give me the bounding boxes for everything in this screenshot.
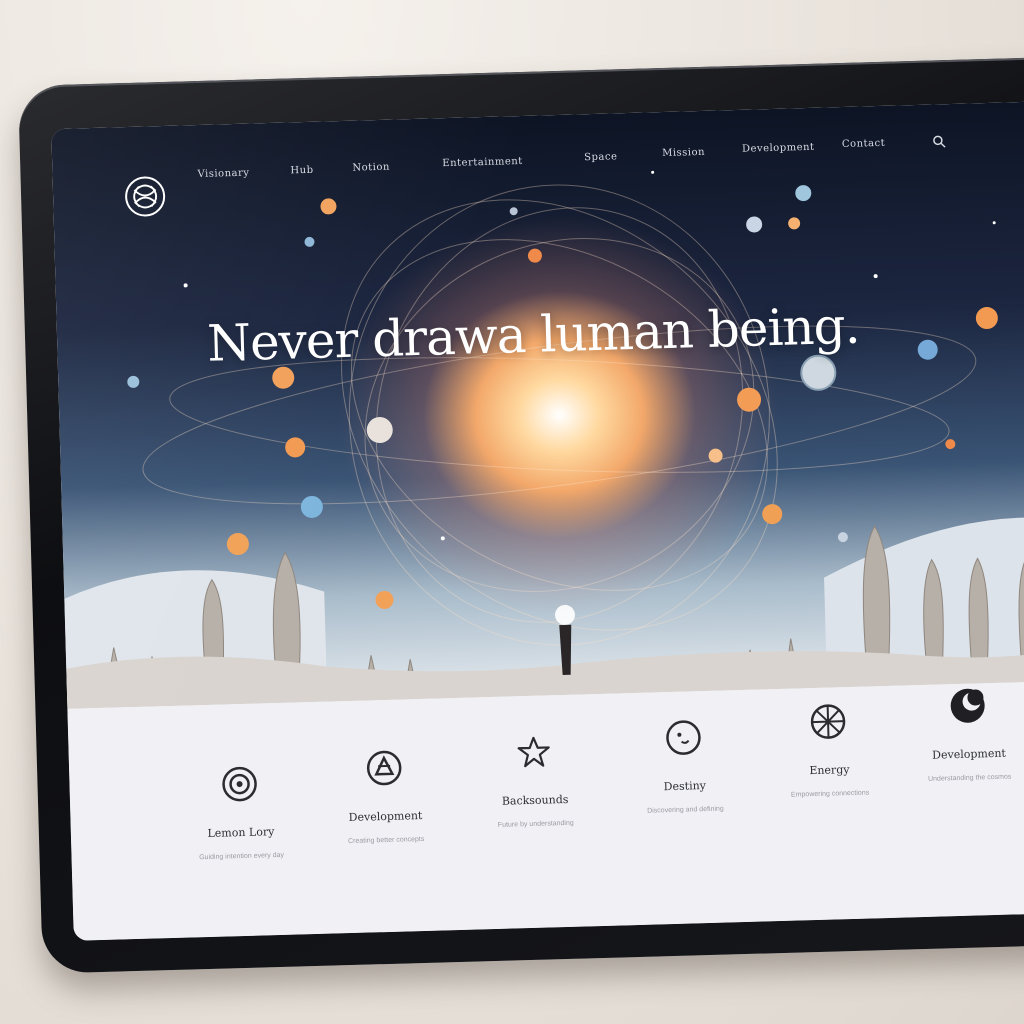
feature-card[interactable]: Development Creating better concepts (304, 746, 467, 846)
feature-card[interactable]: Destiny Discovering and defining (603, 715, 766, 815)
star-icon (517, 736, 550, 768)
nav-item-mission[interactable]: Mission (662, 147, 705, 159)
feature-card[interactable]: Lemon Lory Guiding intention every day (159, 762, 322, 862)
feature-title: Development (348, 808, 423, 825)
feature-card[interactable]: Development Understanding the cosmos (887, 683, 1024, 783)
nav-item-development[interactable]: Development (742, 142, 815, 155)
feature-description: Future by understanding (497, 819, 574, 829)
tablet-screen: Visionary Hub Notion Entertainment Space… (51, 100, 1024, 941)
feature-title: Lemon Lory (207, 825, 275, 840)
compass-emblem-icon (366, 750, 402, 786)
nav-item-hub[interactable]: Hub (290, 165, 313, 177)
target-icon (222, 766, 257, 802)
nav-item-contact[interactable]: Contact (842, 138, 886, 150)
feature-title: Backsounds (501, 792, 569, 808)
desk-background: Visionary Hub Notion Entertainment Space… (0, 0, 1024, 1024)
nav-item-notion[interactable]: Notion (352, 162, 390, 174)
search-icon[interactable] (932, 134, 946, 148)
feature-description: Guiding intention every day (199, 851, 285, 862)
wheel-icon (810, 704, 846, 739)
tablet-device: Visionary Hub Notion Entertainment Space… (18, 56, 1024, 974)
feature-description: Creating better concepts (347, 835, 425, 846)
feature-title: Energy (809, 763, 850, 778)
features-section: Lemon Lory Guiding intention every day D… (67, 680, 1024, 941)
nav-item-visionary[interactable]: Visionary (197, 168, 249, 180)
feature-description: Discovering and defining (647, 805, 724, 815)
hero-section: Visionary Hub Notion Entertainment Space… (51, 100, 1024, 709)
feature-title: Development (932, 746, 1007, 762)
moon-icon (950, 688, 985, 723)
knot-emblem-icon[interactable] (123, 174, 168, 219)
feature-description: Understanding the cosmos (927, 773, 1012, 783)
face-circle-icon (666, 720, 701, 755)
feature-description: Empowering connections (790, 789, 870, 799)
nav-item-entertainment[interactable]: Entertainment (442, 156, 523, 169)
feature-title: Destiny (663, 779, 707, 794)
feature-card[interactable]: Energy Empowering connections (748, 699, 911, 799)
nav-item-space[interactable]: Space (584, 151, 618, 163)
feature-card[interactable]: Backsounds Future by understanding (453, 730, 616, 830)
